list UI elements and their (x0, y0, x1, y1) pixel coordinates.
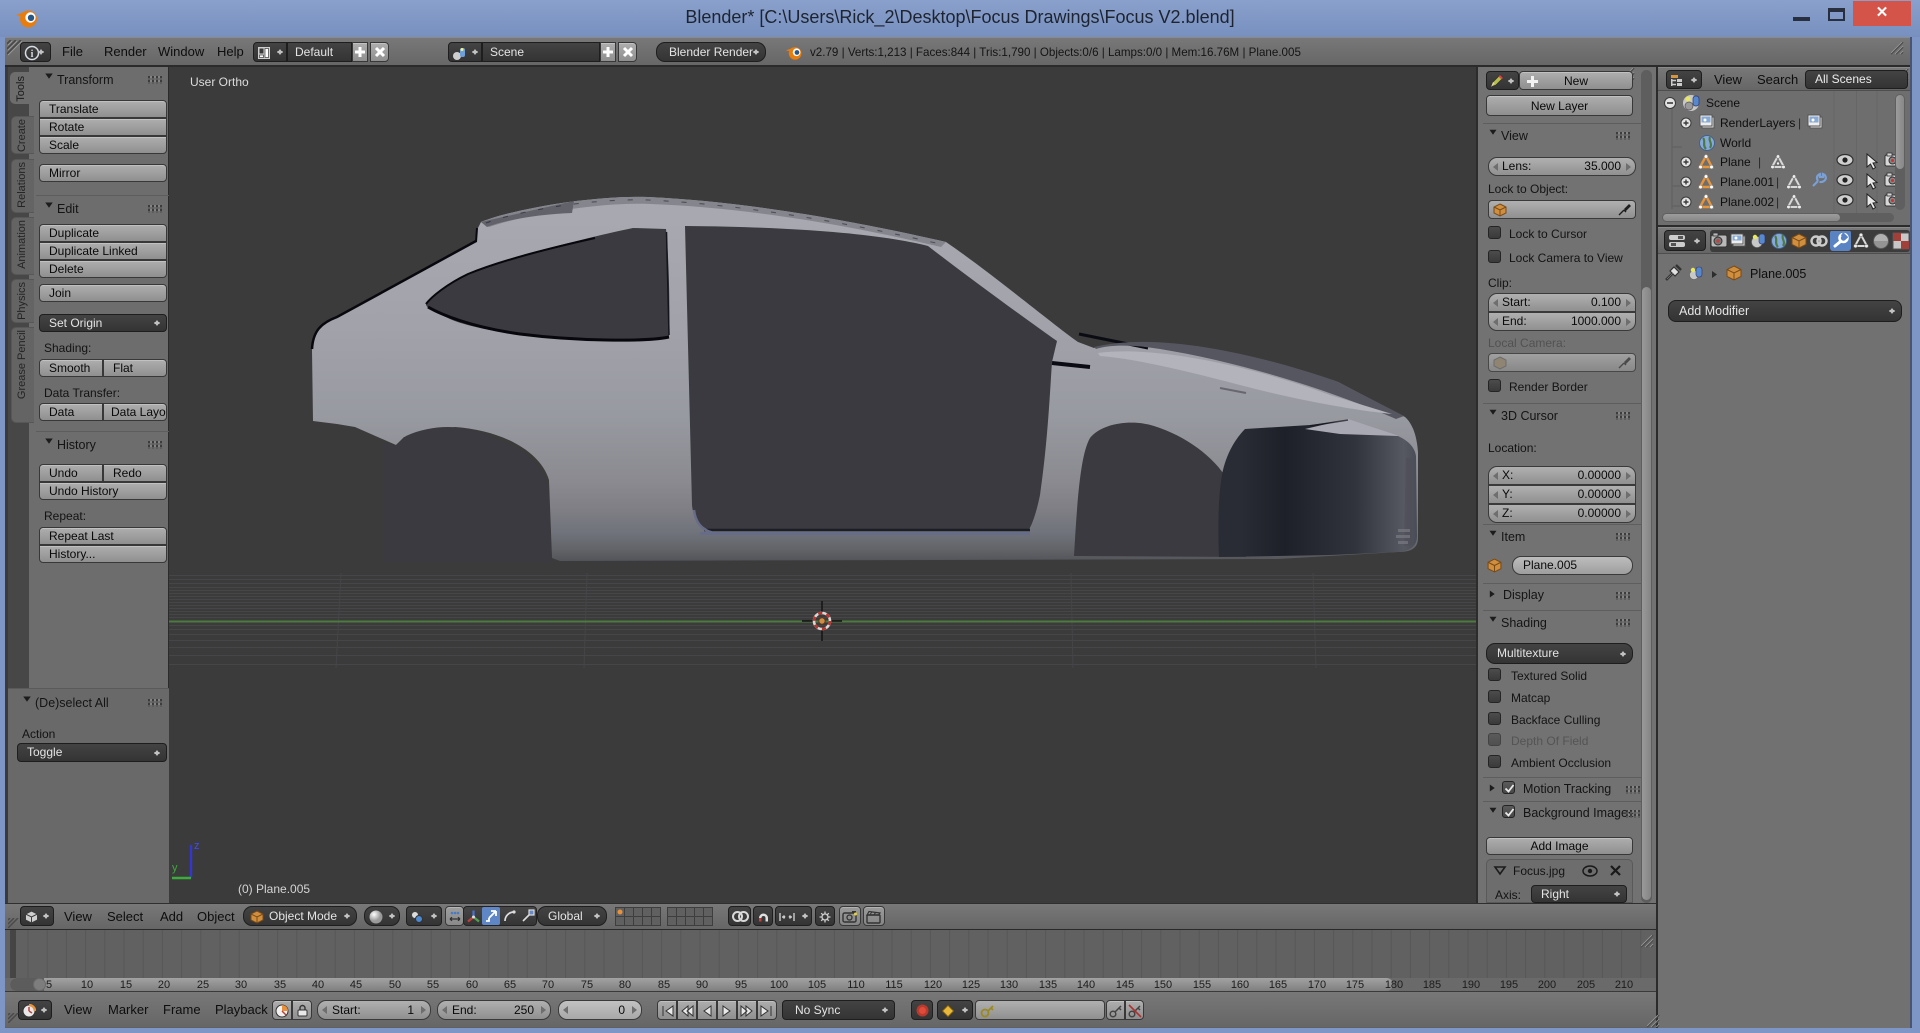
svg-text:|: | (1776, 195, 1779, 209)
svg-text:Plane.001: Plane.001 (1720, 175, 1774, 189)
svg-text:|: | (1798, 116, 1801, 130)
svg-text:y: y (172, 862, 178, 874)
svg-text:|: | (1758, 155, 1761, 169)
svg-text:RenderLayers: RenderLayers (1720, 116, 1795, 130)
svg-text:Plane.002: Plane.002 (1720, 195, 1774, 209)
svg-text:i: i (31, 49, 34, 60)
svg-text:World: World (1720, 136, 1751, 150)
svg-text:z: z (194, 840, 200, 852)
svg-text:|: | (1776, 175, 1779, 189)
svg-text:Scene: Scene (1706, 96, 1740, 110)
svg-text:Plane: Plane (1720, 155, 1751, 169)
svg-text:Plane.005: Plane.005 (1750, 267, 1806, 281)
